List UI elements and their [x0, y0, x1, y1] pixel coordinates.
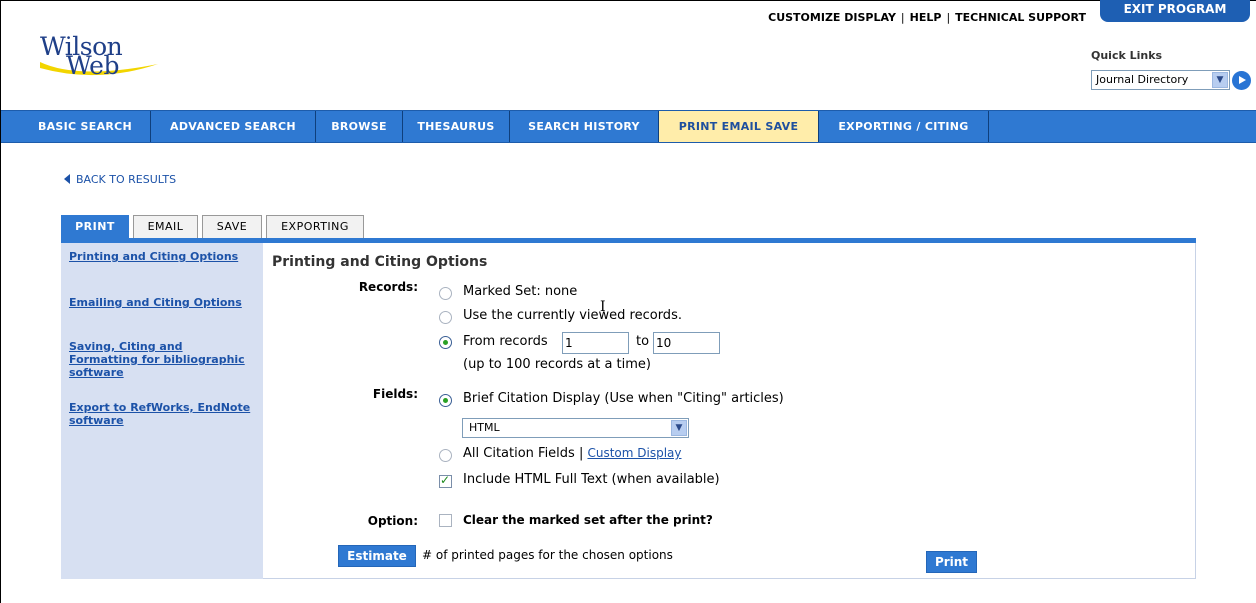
option-label: Option: — [367, 514, 418, 528]
quick-links-select[interactable]: Journal Directory ▼ — [1091, 70, 1230, 90]
include-fulltext-checkbox[interactable] — [439, 473, 452, 488]
to-label: to — [636, 334, 650, 349]
nav-basic-search[interactable]: BASIC SEARCH — [20, 111, 151, 142]
sidebar-link-printing-options[interactable]: Printing and Citing Options — [69, 250, 254, 263]
nav-advanced-search[interactable]: ADVANCED SEARCH — [151, 111, 316, 142]
window-frame-left — [0, 0, 1, 603]
format-select[interactable]: HTML ▼ — [462, 418, 689, 438]
all-citation-fields-text: All Citation Fields | — [463, 446, 584, 461]
customize-display-link[interactable]: CUSTOMIZE DISPLAY — [768, 11, 896, 24]
tab-save[interactable]: SAVE — [202, 215, 262, 239]
include-fulltext-label: Include HTML Full Text (when available) — [463, 472, 720, 487]
print-button[interactable]: Print — [926, 551, 977, 573]
records-range-label: From records — [463, 334, 548, 349]
tab-exporting[interactable]: EXPORTING — [266, 215, 364, 239]
quick-links-label: Quick Links — [1091, 49, 1163, 62]
records-current-label: Use the currently viewed records. — [463, 308, 682, 323]
tab-email[interactable]: EMAIL — [133, 215, 198, 239]
window-frame-top — [0, 0, 1256, 1]
chevron-down-icon[interactable]: ▼ — [671, 420, 687, 436]
go-arrow-icon[interactable] — [1232, 71, 1251, 90]
exit-program-button[interactable]: EXIT PROGRAM — [1100, 0, 1250, 22]
main-nav-bar: BASIC SEARCH ADVANCED SEARCH BROWSE THES… — [1, 110, 1256, 143]
nav-search-history[interactable]: SEARCH HISTORY — [510, 111, 659, 142]
clear-marked-label: Clear the marked set after the print? — [463, 513, 713, 527]
all-citation-fields-label: All Citation Fields | Custom Display — [463, 446, 682, 461]
quick-links-selected-value: Journal Directory — [1096, 73, 1189, 86]
nav-thesaurus[interactable]: THESAURUS — [403, 111, 510, 142]
top-links: CUSTOMIZE DISPLAY | HELP | TECHNICAL SUPPORT — [768, 11, 1086, 24]
sidebar-link-saving-options[interactable]: Saving, Citing and Formatting for biblio… — [69, 340, 254, 379]
record-limit-note: (up to 100 records at a time) — [463, 357, 651, 372]
wilsonweb-logo[interactable]: Wilson Web — [38, 32, 158, 82]
all-citation-fields-radio[interactable] — [439, 449, 452, 462]
estimate-button[interactable]: Estimate — [338, 545, 416, 567]
back-to-results-link[interactable]: BACK TO RESULTS — [64, 173, 176, 186]
estimate-note: # of printed pages for the chosen option… — [422, 548, 673, 562]
nav-browse[interactable]: BROWSE — [316, 111, 403, 142]
logo-text-web: Web — [66, 51, 119, 80]
technical-support-link[interactable]: TECHNICAL SUPPORT — [955, 11, 1086, 24]
clear-marked-checkbox[interactable] — [439, 514, 452, 527]
nav-print-email-save[interactable]: PRINT EMAIL SAVE — [659, 111, 819, 142]
records-marked-set-label: Marked Set: none — [463, 284, 578, 299]
tab-print[interactable]: PRINT — [61, 215, 129, 239]
sidebar-link-emailing-options[interactable]: Emailing and Citing Options — [69, 296, 254, 309]
brief-citation-label: Brief Citation Display (Use when "Citing… — [463, 391, 784, 406]
to-record-input[interactable] — [653, 332, 720, 354]
help-link[interactable]: HELP — [910, 11, 942, 24]
back-to-results-label: BACK TO RESULTS — [76, 173, 177, 186]
separator: | — [900, 11, 905, 24]
brief-citation-radio[interactable] — [439, 394, 452, 407]
separator: | — [946, 11, 951, 24]
from-record-input[interactable] — [562, 332, 629, 354]
back-arrow-icon — [64, 174, 70, 184]
sidebar-link-export-refworks[interactable]: Export to RefWorks, EndNote software — [69, 401, 254, 427]
records-label: Records: — [358, 280, 418, 294]
records-marked-set-radio[interactable] — [439, 287, 452, 300]
nav-exporting-citing[interactable]: EXPORTING / CITING — [819, 111, 989, 142]
chevron-down-icon[interactable]: ▼ — [1212, 72, 1228, 88]
records-current-radio[interactable] — [439, 311, 452, 324]
records-range-radio[interactable] — [439, 336, 452, 349]
fields-label: Fields: — [372, 387, 418, 401]
format-selected-value: HTML — [469, 421, 500, 434]
form-title: Printing and Citing Options — [272, 254, 488, 270]
custom-display-link[interactable]: Custom Display — [587, 446, 681, 460]
